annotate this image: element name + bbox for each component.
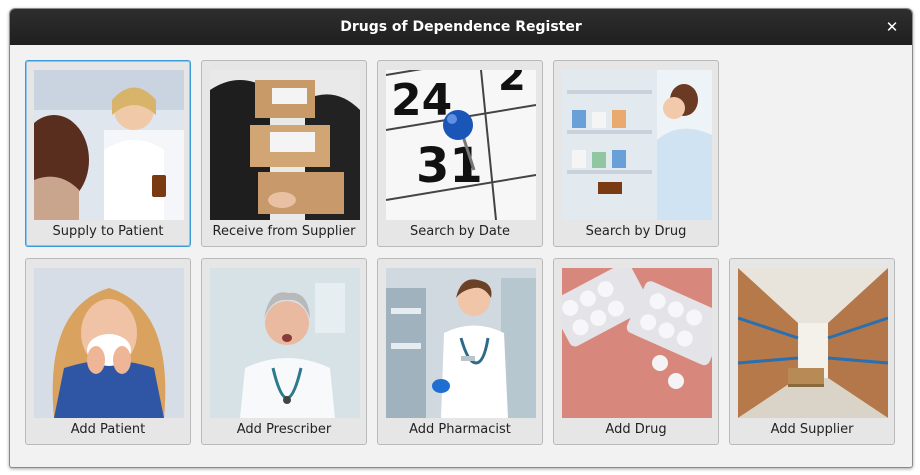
- add-prescriber-button[interactable]: Add Prescriber: [201, 258, 367, 445]
- doctor-icon: [210, 268, 360, 418]
- close-icon[interactable]: ✕: [882, 17, 902, 37]
- tile-label: Receive from Supplier: [212, 224, 356, 239]
- sick-patient-icon: [34, 268, 184, 418]
- register-window: Drugs of Dependence Register ✕ Supply to…: [9, 8, 913, 468]
- tile-label: Add Prescriber: [236, 422, 332, 437]
- window-title: Drugs of Dependence Register: [340, 19, 582, 35]
- title-bar[interactable]: Drugs of Dependence Register ✕: [10, 9, 912, 45]
- tile-label: Add Drug: [605, 422, 667, 437]
- tile-label: Add Patient: [70, 422, 146, 437]
- tile-label: Add Pharmacist: [409, 422, 511, 437]
- warehouse-icon: [738, 268, 888, 418]
- tile-label: Search by Date: [410, 224, 510, 239]
- svg-text:2: 2: [498, 70, 526, 100]
- pharmacist-icon: [386, 268, 536, 418]
- add-supplier-button[interactable]: Add Supplier: [729, 258, 895, 445]
- calendar-pin-icon: 24 2 31: [386, 70, 536, 220]
- svg-text:24: 24: [391, 75, 452, 126]
- add-pharmacist-button[interactable]: Add Pharmacist: [377, 258, 543, 445]
- pharmacist-consultation-icon: [34, 70, 184, 220]
- tile-label: Add Supplier: [770, 422, 854, 437]
- supply-to-patient-button[interactable]: Supply to Patient: [25, 60, 191, 247]
- delivery-boxes-icon: [210, 70, 360, 220]
- add-drug-button[interactable]: Add Drug: [553, 258, 719, 445]
- tile-label: Supply to Patient: [52, 224, 164, 239]
- pharmacy-shelf-icon: [562, 70, 712, 220]
- receive-from-supplier-button[interactable]: Receive from Supplier: [201, 60, 367, 247]
- search-by-date-button[interactable]: 24 2 31 Search by Date: [377, 60, 543, 247]
- tile-label: Search by Drug: [585, 224, 687, 239]
- search-by-drug-button[interactable]: Search by Drug: [553, 60, 719, 247]
- add-patient-button[interactable]: Add Patient: [25, 258, 191, 445]
- pill-blister-icon: [562, 268, 712, 418]
